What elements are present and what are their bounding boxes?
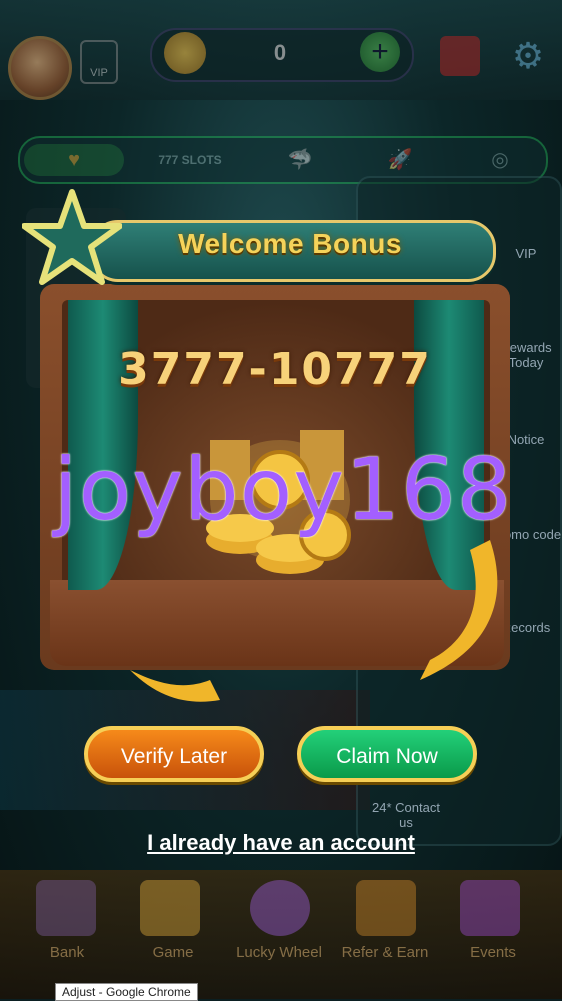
side-item-vip[interactable]: VIP — [490, 246, 562, 261]
deposit-button[interactable]: + — [360, 32, 400, 72]
nav-lucky-wheel[interactable]: Lucky Wheel — [234, 944, 324, 961]
tab-rocket-icon[interactable]: 🚀 — [360, 144, 440, 176]
swirl-arrow-tail-icon — [130, 670, 220, 702]
bonus-range: 3777-10777 — [118, 344, 432, 395]
slot-machine-icon[interactable] — [140, 880, 200, 936]
window-tooltip: Adjust - Google Chrome — [55, 983, 198, 1001]
tab-live-icon[interactable]: ◎ — [460, 144, 540, 176]
lucky-wheel-icon[interactable] — [250, 880, 310, 936]
already-have-account-link[interactable]: I already have an account — [0, 830, 562, 856]
verify-later-button[interactable]: Verify Later — [84, 726, 264, 782]
avatar[interactable] — [8, 36, 72, 100]
gift-box-icon[interactable] — [460, 880, 520, 936]
watermark-text: joyboy168 — [53, 440, 513, 540]
nav-events[interactable]: Events — [448, 944, 538, 961]
modal-title: Welcome Bonus — [178, 228, 402, 259]
vip-badge[interactable]: VIP — [80, 40, 118, 84]
swirl-arrow-icon — [420, 540, 498, 680]
tab-fish-icon[interactable]: 🦈 — [260, 144, 340, 176]
tab-slots[interactable]: 777 SLOTS — [140, 144, 240, 176]
nav-bank[interactable]: Bank — [22, 944, 112, 961]
claim-now-button[interactable]: Claim Now — [297, 726, 477, 782]
refer-icon[interactable] — [356, 880, 416, 936]
side-item-contact[interactable]: 24* Contact us — [366, 800, 446, 830]
tab-favorites-heart-icon[interactable]: ♥ — [24, 144, 124, 176]
gear-icon[interactable]: ⚙ — [508, 36, 548, 76]
coin-icon — [164, 32, 206, 74]
balance-value: 0 — [273, 40, 287, 65]
nav-refer-earn[interactable]: Refer & Earn — [340, 944, 430, 961]
nav-game[interactable]: Game — [128, 944, 218, 961]
bank-icon[interactable] — [36, 880, 96, 936]
star-icon — [22, 189, 122, 285]
gift-icon[interactable] — [440, 36, 480, 76]
